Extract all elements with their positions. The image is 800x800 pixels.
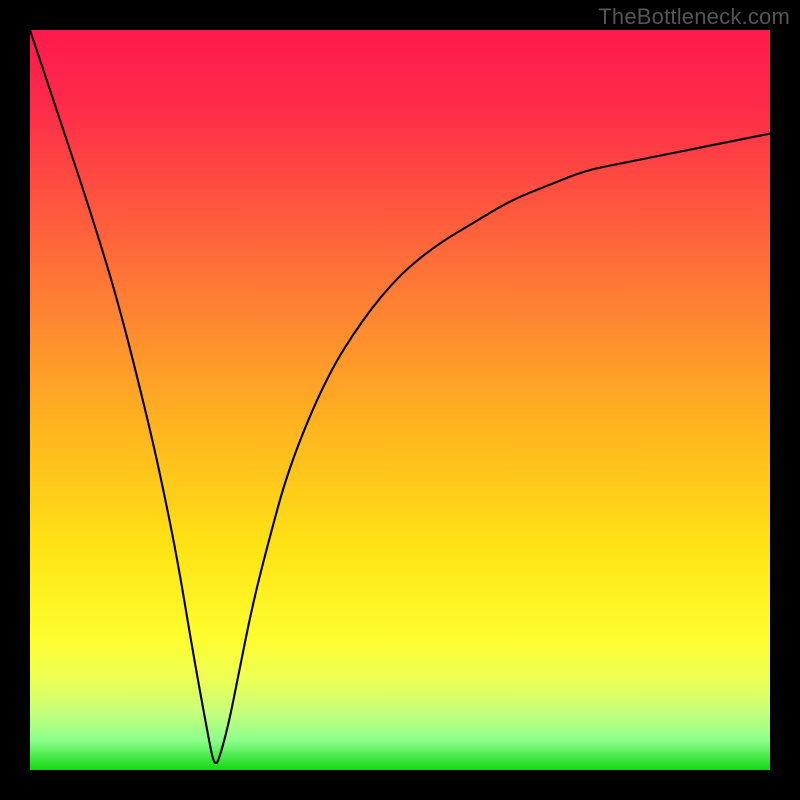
curve-layer (30, 30, 770, 770)
plot-area (30, 30, 770, 770)
chart-frame: TheBottleneck.com (0, 0, 800, 800)
watermark-text: TheBottleneck.com (598, 4, 790, 30)
marker-group (180, 584, 258, 770)
bottleneck-curve (30, 30, 770, 763)
